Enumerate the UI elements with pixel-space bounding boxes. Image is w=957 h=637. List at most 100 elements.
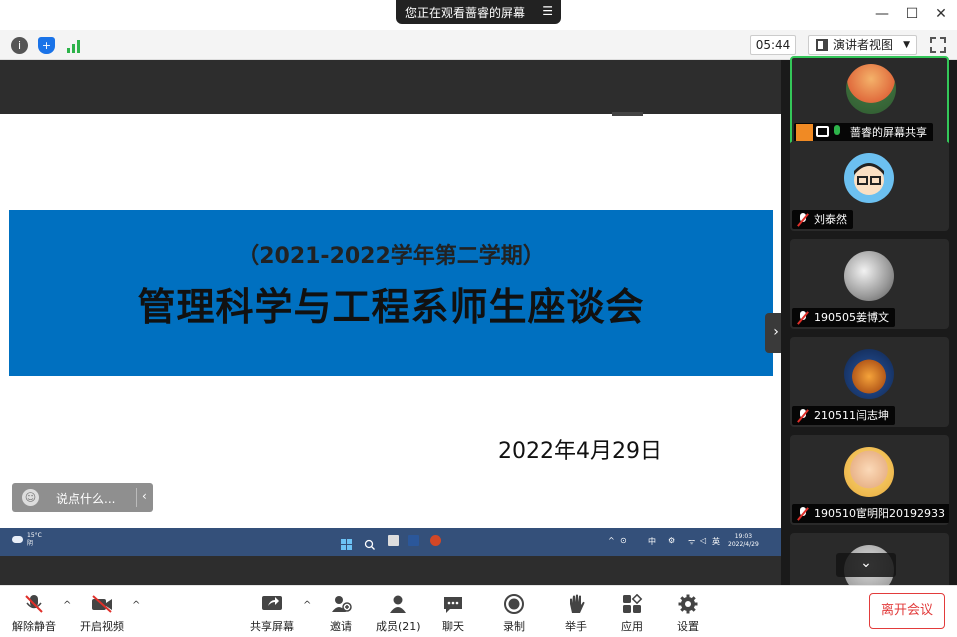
shared-screen-bottom (0, 556, 781, 585)
participant-tile[interactable]: 190510宦明阳20192933 (790, 435, 949, 525)
leave-meeting-button[interactable]: 离开会议 (869, 593, 945, 629)
participants-panel: 蔷睿的屏幕共享 刘泰然 190505姜博文 210511闫志坤 190510宦明… (781, 56, 957, 593)
emoji-icon[interactable]: ☺ (22, 489, 39, 506)
slide-title: 管理科学与工程系师生座谈会 (137, 285, 645, 329)
title-bar: 您正在观看蔷睿的屏幕 ☰ — ☐ ✕ (0, 0, 957, 30)
avatar (846, 64, 896, 114)
tray-settings-icon: ⚙ (668, 536, 676, 545)
settings-label: 设置 (677, 620, 699, 633)
share-screen-label: 共享屏幕 (250, 620, 294, 633)
participant-name-bar: 190510宦明阳20192933 (792, 504, 949, 523)
chevron-down-icon: ▼ (903, 40, 910, 50)
maximize-button[interactable]: ☐ (902, 6, 922, 22)
participant-tile[interactable]: ⌄ (790, 533, 949, 593)
raise-hand-label: 举手 (565, 620, 587, 633)
close-window-button[interactable]: ✕ (931, 6, 951, 22)
participant-tile[interactable]: 刘泰然 (790, 141, 949, 231)
start-video-button[interactable]: 开启视频 (80, 594, 124, 634)
collapse-chat-icon[interactable]: ‹ (142, 489, 147, 503)
video-options-caret[interactable]: ^ (132, 600, 140, 611)
participant-name: 刘泰然 (814, 213, 847, 226)
tray-ime-icon: 中 (648, 537, 656, 546)
share-screen-icon (261, 594, 283, 614)
invite-button[interactable]: 邀请 (330, 594, 352, 634)
divider (136, 488, 137, 507)
fullscreen-icon[interactable] (930, 37, 946, 53)
gear-icon (677, 594, 699, 614)
mic-muted-icon (797, 507, 809, 521)
powerpoint-icon (430, 535, 441, 546)
mic-muted-icon (797, 311, 809, 325)
members-button[interactable]: 成员(21) (376, 594, 421, 634)
record-button[interactable]: 录制 (503, 594, 525, 634)
participant-name-bar: 210511闫志坤 (792, 406, 895, 425)
host-icon (796, 124, 813, 141)
record-label: 录制 (503, 620, 525, 633)
minimize-button[interactable]: — (872, 6, 892, 22)
taskbar-time: 19:03 (734, 533, 753, 540)
participant-name: 190505姜博文 (814, 311, 889, 324)
meeting-controls: 解除静音 ^ 开启视频 ^ 共享屏幕 ^ 邀请 成员(21) 聊天 录制 举手 … (0, 585, 957, 637)
settings-button[interactable]: 设置 (677, 594, 699, 634)
weather-temp: 15°C (27, 532, 42, 539)
security-shield-icon[interactable]: + (38, 37, 55, 54)
shared-screen: （2021-2022学年第二学期） 管理科学与工程系师生座谈会 2022年4月2… (0, 60, 781, 585)
meeting-timer: 05:44 (750, 35, 796, 55)
taskbar-clock: 19:03 2022/4/29 (728, 533, 759, 549)
share-options-caret[interactable]: ^ (303, 600, 311, 611)
invite-label: 邀请 (330, 620, 352, 633)
slide-top-bar (0, 60, 781, 116)
volume-icon: ◁ (700, 536, 707, 545)
slide-subtitle: （2021-2022学年第二学期） (237, 244, 545, 269)
view-mode-dropdown[interactable]: 演讲者视图 ▼ (808, 35, 917, 55)
share-screen-button[interactable]: 共享屏幕 (250, 594, 294, 634)
unmute-button[interactable]: 解除静音 (12, 594, 56, 634)
share-banner-text: 您正在观看蔷睿的屏幕 (405, 5, 526, 20)
apps-icon (621, 593, 643, 614)
scroll-down-icon[interactable]: ⌄ (836, 553, 896, 577)
chat-button[interactable]: 聊天 (442, 594, 464, 634)
audio-options-caret[interactable]: ^ (63, 600, 71, 611)
word-icon (408, 535, 419, 546)
chat-label: 聊天 (442, 620, 464, 633)
mic-muted-icon (797, 409, 809, 423)
participant-name: 210511闫志坤 (814, 409, 889, 422)
chat-input[interactable]: ☺ 说点什么... ‹ (12, 483, 153, 512)
participant-name-bar: 刘泰然 (792, 210, 853, 229)
screen-share-banner[interactable]: 您正在观看蔷睿的屏幕 ☰ (396, 0, 561, 24)
members-label: 成员(21) (376, 620, 421, 633)
info-icon[interactable]: i (11, 37, 28, 54)
speaker-view-icon (816, 39, 828, 51)
signal-strength-icon[interactable] (66, 37, 83, 54)
record-icon (503, 594, 525, 614)
invite-icon (330, 594, 352, 614)
participant-tile[interactable]: 190505姜博文 (790, 239, 949, 329)
taskbar-date: 2022/4/29 (728, 541, 759, 548)
tray-up-icon: ^ (608, 536, 615, 545)
video-off-icon (91, 594, 113, 614)
start-icon (341, 535, 352, 550)
mic-on-icon (834, 125, 840, 135)
tray-app-icon: ⊙ (620, 536, 627, 545)
members-icon (387, 594, 409, 614)
participant-tile[interactable]: 蔷睿的屏幕共享 (790, 56, 949, 146)
participant-name: 190510宦明阳20192933 (814, 507, 945, 520)
participant-name-bar: 蔷睿的屏幕共享 (794, 123, 933, 142)
apps-button[interactable]: 应用 (621, 593, 643, 634)
slide-date: 2022年4月29日 (498, 439, 662, 464)
file-explorer-icon (388, 535, 399, 546)
participant-tile[interactable]: 210511闫志坤 (790, 337, 949, 427)
tray-lang-icon: 英 (712, 537, 720, 546)
unmute-label: 解除静音 (12, 620, 56, 633)
slide-title-banner: （2021-2022学年第二学期） 管理科学与工程系师生座谈会 (9, 210, 773, 376)
raise-hand-button[interactable]: 举手 (565, 594, 587, 634)
avatar (844, 447, 894, 497)
start-video-label: 开启视频 (80, 620, 124, 633)
apps-label: 应用 (621, 620, 643, 633)
participant-name-bar: 190505姜博文 (792, 308, 895, 327)
hand-icon (565, 594, 587, 614)
view-mode-label: 演讲者视图 (833, 38, 894, 52)
weather-desc: 阴 (27, 540, 34, 547)
menu-icon[interactable]: ☰ (542, 4, 553, 18)
search-icon (364, 535, 375, 550)
